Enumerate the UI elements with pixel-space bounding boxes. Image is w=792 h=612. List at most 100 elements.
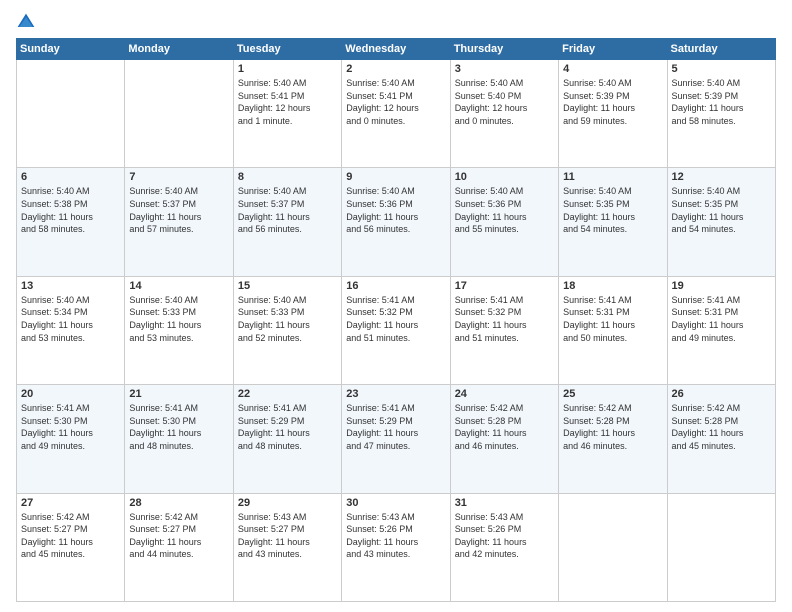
day-number: 9 <box>346 171 445 183</box>
calendar-cell: 1 Sunrise: 5:40 AM Sunset: 5:41 PM Daylig… <box>233 60 341 168</box>
day-info: Sunrise: 5:40 AM Sunset: 5:36 PM Dayligh… <box>346 185 445 235</box>
day-number: 12 <box>672 171 771 183</box>
day-number: 15 <box>238 280 337 292</box>
day-info: Sunrise: 5:40 AM Sunset: 5:37 PM Dayligh… <box>238 185 337 235</box>
day-number: 22 <box>238 388 337 400</box>
calendar-cell: 28Sunrise: 5:42 AM Sunset: 5:27 PM Dayli… <box>125 493 233 601</box>
calendar-cell: 17 Sunrise: 5:41 AM Sunset: 5:32 PM Dayli… <box>450 276 558 384</box>
day-info: Sunrise: 5:41 AM Sunset: 5:31 PM Dayligh… <box>672 294 771 344</box>
day-info: Sunrise: 5:40 AM Sunset: 5:39 PM Dayligh… <box>672 77 771 127</box>
day-info: Sunrise: 5:40 AM Sunset: 5:33 PM Dayligh… <box>238 294 337 344</box>
calendar-week-row: 6 Sunrise: 5:40 AM Sunset: 5:38 PM Daylig… <box>17 168 776 276</box>
day-info: Sunrise: 5:42 AM Sunset: 5:28 PM Dayligh… <box>455 402 554 452</box>
day-number: 5 <box>672 63 771 75</box>
logo <box>16 12 39 32</box>
weekday-header: Friday <box>559 39 667 60</box>
day-info: Sunrise: 5:40 AM Sunset: 5:35 PM Dayligh… <box>672 185 771 235</box>
calendar-cell: 7 Sunrise: 5:40 AM Sunset: 5:37 PM Daylig… <box>125 168 233 276</box>
day-info: Sunrise: 5:42 AM Sunset: 5:28 PM Dayligh… <box>672 402 771 452</box>
calendar-cell: 31Sunrise: 5:43 AM Sunset: 5:26 PM Dayli… <box>450 493 558 601</box>
calendar-cell: 5 Sunrise: 5:40 AM Sunset: 5:39 PM Daylig… <box>667 60 775 168</box>
day-number: 8 <box>238 171 337 183</box>
calendar-cell <box>125 60 233 168</box>
calendar-cell: 29 Sunrise: 5:43 AM Sunset: 5:27 PM Dayli… <box>233 493 341 601</box>
day-info: Sunrise: 5:41 AM Sunset: 5:31 PM Dayligh… <box>563 294 662 344</box>
day-number: 7 <box>129 171 228 183</box>
day-info: Sunrise: 5:40 AM Sunset: 5:36 PM Dayligh… <box>455 185 554 235</box>
calendar-cell: 8 Sunrise: 5:40 AM Sunset: 5:37 PM Daylig… <box>233 168 341 276</box>
day-info: Sunrise: 5:42 AM Sunset: 5:27 PM Dayligh… <box>129 511 228 561</box>
weekday-header: Tuesday <box>233 39 341 60</box>
day-info: Sunrise: 5:43 AM Sunset: 5:26 PM Dayligh… <box>346 511 445 561</box>
weekday-header: Thursday <box>450 39 558 60</box>
weekday-header: Monday <box>125 39 233 60</box>
day-info: Sunrise: 5:40 AM Sunset: 5:39 PM Dayligh… <box>563 77 662 127</box>
calendar-cell <box>559 493 667 601</box>
day-info: Sunrise: 5:41 AM Sunset: 5:32 PM Dayligh… <box>346 294 445 344</box>
calendar-cell: 23 Sunrise: 5:41 AM Sunset: 5:29 PM Dayli… <box>342 385 450 493</box>
day-info: Sunrise: 5:41 AM Sunset: 5:29 PM Dayligh… <box>346 402 445 452</box>
calendar-week-row: 1 Sunrise: 5:40 AM Sunset: 5:41 PM Daylig… <box>17 60 776 168</box>
day-number: 19 <box>672 280 771 292</box>
calendar-cell: 14Sunrise: 5:40 AM Sunset: 5:33 PM Dayli… <box>125 276 233 384</box>
day-number: 18 <box>563 280 662 292</box>
calendar-header-row: SundayMondayTuesdayWednesdayThursdayFrid… <box>17 39 776 60</box>
page: SundayMondayTuesdayWednesdayThursdayFrid… <box>0 0 792 612</box>
day-number: 20 <box>21 388 120 400</box>
day-number: 25 <box>563 388 662 400</box>
calendar-cell: 25 Sunrise: 5:42 AM Sunset: 5:28 PM Dayli… <box>559 385 667 493</box>
calendar-cell: 2 Sunrise: 5:40 AM Sunset: 5:41 PM Daylig… <box>342 60 450 168</box>
calendar-cell: 22 Sunrise: 5:41 AM Sunset: 5:29 PM Dayli… <box>233 385 341 493</box>
day-info: Sunrise: 5:40 AM Sunset: 5:37 PM Dayligh… <box>129 185 228 235</box>
day-info: Sunrise: 5:40 AM Sunset: 5:41 PM Dayligh… <box>238 77 337 127</box>
day-info: Sunrise: 5:42 AM Sunset: 5:27 PM Dayligh… <box>21 511 120 561</box>
calendar-cell: 10 Sunrise: 5:40 AM Sunset: 5:36 PM Dayli… <box>450 168 558 276</box>
day-info: Sunrise: 5:40 AM Sunset: 5:34 PM Dayligh… <box>21 294 120 344</box>
header <box>16 12 776 32</box>
calendar-cell: 30 Sunrise: 5:43 AM Sunset: 5:26 PM Dayli… <box>342 493 450 601</box>
day-number: 4 <box>563 63 662 75</box>
calendar-cell: 15 Sunrise: 5:40 AM Sunset: 5:33 PM Dayli… <box>233 276 341 384</box>
day-info: Sunrise: 5:41 AM Sunset: 5:29 PM Dayligh… <box>238 402 337 452</box>
calendar-cell: 21 Sunrise: 5:41 AM Sunset: 5:30 PM Dayli… <box>125 385 233 493</box>
calendar-cell: 13Sunrise: 5:40 AM Sunset: 5:34 PM Dayli… <box>17 276 125 384</box>
day-number: 26 <box>672 388 771 400</box>
calendar-cell: 27 Sunrise: 5:42 AM Sunset: 5:27 PM Dayli… <box>17 493 125 601</box>
calendar-cell: 18 Sunrise: 5:41 AM Sunset: 5:31 PM Dayli… <box>559 276 667 384</box>
calendar-cell <box>667 493 775 601</box>
logo-icon <box>16 12 36 32</box>
calendar-cell <box>17 60 125 168</box>
calendar-cell: 20 Sunrise: 5:41 AM Sunset: 5:30 PM Dayli… <box>17 385 125 493</box>
day-number: 16 <box>346 280 445 292</box>
day-number: 10 <box>455 171 554 183</box>
day-number: 6 <box>21 171 120 183</box>
day-info: Sunrise: 5:40 AM Sunset: 5:35 PM Dayligh… <box>563 185 662 235</box>
day-info: Sunrise: 5:43 AM Sunset: 5:27 PM Dayligh… <box>238 511 337 561</box>
calendar-cell: 16 Sunrise: 5:41 AM Sunset: 5:32 PM Dayli… <box>342 276 450 384</box>
calendar-cell: 3Sunrise: 5:40 AM Sunset: 5:40 PM Daylig… <box>450 60 558 168</box>
day-number: 21 <box>129 388 228 400</box>
day-info: Sunrise: 5:40 AM Sunset: 5:38 PM Dayligh… <box>21 185 120 235</box>
calendar-cell: 4 Sunrise: 5:40 AM Sunset: 5:39 PM Daylig… <box>559 60 667 168</box>
weekday-header: Sunday <box>17 39 125 60</box>
calendar-cell: 24 Sunrise: 5:42 AM Sunset: 5:28 PM Dayli… <box>450 385 558 493</box>
day-number: 2 <box>346 63 445 75</box>
day-info: Sunrise: 5:40 AM Sunset: 5:41 PM Dayligh… <box>346 77 445 127</box>
day-number: 30 <box>346 497 445 509</box>
day-info: Sunrise: 5:42 AM Sunset: 5:28 PM Dayligh… <box>563 402 662 452</box>
day-number: 17 <box>455 280 554 292</box>
calendar-cell: 19 Sunrise: 5:41 AM Sunset: 5:31 PM Dayli… <box>667 276 775 384</box>
day-number: 1 <box>238 63 337 75</box>
day-number: 29 <box>238 497 337 509</box>
calendar-cell: 26 Sunrise: 5:42 AM Sunset: 5:28 PM Dayli… <box>667 385 775 493</box>
calendar-week-row: 13Sunrise: 5:40 AM Sunset: 5:34 PM Dayli… <box>17 276 776 384</box>
day-number: 23 <box>346 388 445 400</box>
day-info: Sunrise: 5:41 AM Sunset: 5:30 PM Dayligh… <box>21 402 120 452</box>
day-number: 27 <box>21 497 120 509</box>
day-info: Sunrise: 5:41 AM Sunset: 5:30 PM Dayligh… <box>129 402 228 452</box>
calendar-table: SundayMondayTuesdayWednesdayThursdayFrid… <box>16 38 776 602</box>
day-info: Sunrise: 5:43 AM Sunset: 5:26 PM Dayligh… <box>455 511 554 561</box>
day-info: Sunrise: 5:41 AM Sunset: 5:32 PM Dayligh… <box>455 294 554 344</box>
day-number: 24 <box>455 388 554 400</box>
day-number: 3 <box>455 63 554 75</box>
